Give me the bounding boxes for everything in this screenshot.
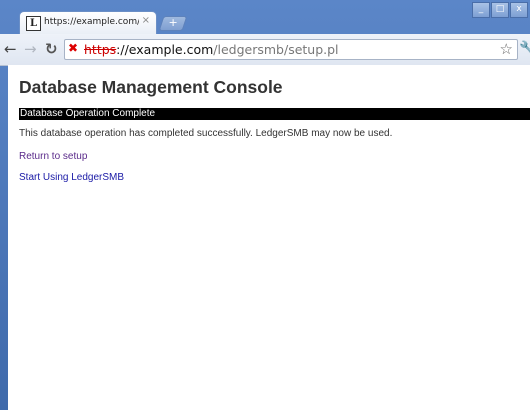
ledgersmb-favicon-icon: L xyxy=(26,16,41,31)
tab-close-icon[interactable]: × xyxy=(142,15,150,26)
start-using-ledgersmb-link[interactable]: Start Using LedgerSMB xyxy=(19,172,124,183)
url-text: https://example.com/ledgersmb/setup.pl xyxy=(84,42,339,57)
tab-title: https://example.com/ledge xyxy=(44,17,139,27)
maximize-button[interactable]: □ xyxy=(491,2,509,18)
title-bar: L https://example.com/ledge × + _ □ x xyxy=(0,0,530,35)
page-title: Database Management Console xyxy=(19,77,283,97)
url-protocol: https xyxy=(84,42,117,57)
broken-ssl-icon[interactable]: ✖ xyxy=(68,42,80,55)
address-bar[interactable]: ✖ https://example.com/ledgersmb/setup.pl… xyxy=(64,39,518,60)
browser-tab[interactable]: L https://example.com/ledge × xyxy=(19,11,157,35)
url-path: /ledgersmb/setup.pl xyxy=(213,42,339,57)
plus-icon: + xyxy=(168,16,178,29)
close-window-button[interactable]: x xyxy=(510,2,528,18)
browser-toolbar: ← → ↻ ✖ https://example.com/ledgersmb/se… xyxy=(0,34,530,66)
page-content: Database Management Console Database Ope… xyxy=(8,65,530,410)
window-controls: _ □ x xyxy=(471,2,528,18)
return-to-setup-link[interactable]: Return to setup xyxy=(19,151,87,162)
wrench-menu-icon[interactable]: 🔧 xyxy=(519,41,530,57)
status-message: This database operation has completed su… xyxy=(19,128,393,139)
reload-icon[interactable]: ↻ xyxy=(45,41,58,57)
back-arrow-icon[interactable]: ← xyxy=(4,41,17,57)
url-host: ://example.com xyxy=(116,42,214,57)
browser-window: L https://example.com/ledge × + _ □ x ← … xyxy=(0,0,530,410)
minimize-button[interactable]: _ xyxy=(472,2,490,18)
bookmark-star-icon[interactable]: ☆ xyxy=(500,40,513,58)
new-tab-button[interactable]: + xyxy=(158,16,188,31)
forward-arrow-icon[interactable]: → xyxy=(24,41,37,57)
status-banner: Database Operation Complete xyxy=(19,108,530,120)
